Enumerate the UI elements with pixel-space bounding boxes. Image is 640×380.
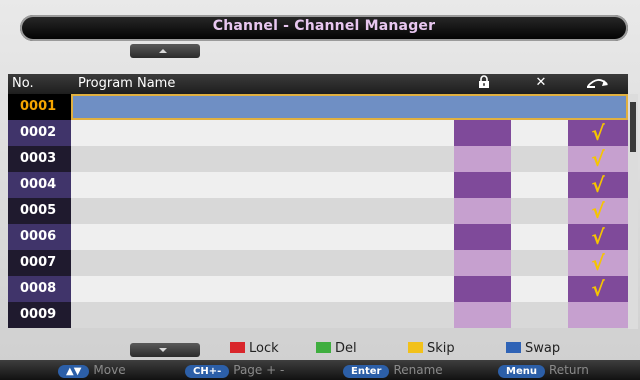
scrollbar-thumb[interactable] — [630, 102, 636, 152]
return-key-badge: Menu — [498, 365, 545, 378]
delete-cell[interactable] — [511, 120, 568, 146]
delete-cell[interactable] — [511, 172, 568, 198]
help-move: ▲▼ Move — [58, 363, 126, 378]
channel-number: 0007 — [8, 250, 71, 276]
channel-number: 0006 — [8, 224, 71, 250]
help-return-label: Return — [548, 363, 589, 377]
legend-swap: Swap — [506, 341, 560, 357]
green-swatch — [316, 342, 331, 353]
delete-cell[interactable] — [511, 224, 568, 250]
delete-cell[interactable] — [511, 198, 568, 224]
delete-cell[interactable] — [511, 146, 568, 172]
channel-row[interactable]: 0003 √ — [8, 146, 628, 172]
help-return: Menu Return — [498, 363, 589, 378]
lock-cell[interactable] — [454, 224, 511, 250]
swap-cell[interactable]: √ — [568, 172, 628, 198]
scroll-down-button[interactable] — [130, 343, 200, 357]
program-name-cell[interactable] — [71, 146, 454, 172]
lock-cell[interactable] — [454, 302, 511, 328]
window-title: Channel - Channel Manager — [212, 18, 436, 34]
program-name-cell[interactable] — [71, 120, 454, 146]
channel-row[interactable]: 0005 √ — [8, 198, 628, 224]
legend-del: Del — [316, 341, 357, 357]
scroll-up-button[interactable] — [130, 44, 200, 58]
help-rename: Enter Rename — [343, 363, 443, 378]
yellow-swatch — [408, 342, 423, 353]
swap-cell[interactable]: √ — [568, 198, 628, 224]
channel-manager-window: Channel - Channel Manager No. Program Na… — [0, 0, 640, 380]
program-name-cell[interactable] — [71, 172, 454, 198]
help-page: CH+- Page + - — [185, 363, 284, 378]
lock-cell[interactable] — [454, 146, 511, 172]
arrow-down-icon — [159, 348, 167, 352]
swap-cell[interactable]: √ — [568, 120, 628, 146]
swap-cell[interactable]: √ — [568, 146, 628, 172]
arrow-up-icon — [159, 49, 167, 53]
rename-key-badge: Enter — [343, 365, 390, 378]
swap-cell[interactable] — [568, 302, 628, 328]
legend-skip-label: Skip — [427, 341, 455, 356]
program-name-cell[interactable] — [71, 250, 454, 276]
channel-row[interactable]: 0007 √ — [8, 250, 628, 276]
legend-del-label: Del — [335, 341, 357, 356]
program-name-cell[interactable] — [71, 302, 454, 328]
channel-number: 0005 — [8, 198, 71, 224]
swap-cell[interactable]: √ — [568, 250, 628, 276]
channel-row[interactable]: 0009 — [8, 302, 628, 328]
channel-table: No. Program Name ✕ 0001 0002 √ 0003 √ 0004 √ 00… — [8, 74, 628, 339]
help-rename-label: Rename — [393, 363, 443, 377]
delete-cell[interactable] — [511, 250, 568, 276]
help-move-label: Move — [93, 363, 126, 377]
legend-lock: Lock — [230, 341, 279, 357]
channel-row[interactable]: 0006 √ — [8, 224, 628, 250]
page-key-badge: CH+- — [185, 365, 230, 378]
header-no: No. — [12, 76, 34, 91]
lock-cell[interactable] — [454, 276, 511, 302]
channel-row[interactable]: 0002 √ — [8, 120, 628, 146]
selection-highlight — [71, 94, 628, 120]
legend-swap-label: Swap — [525, 341, 561, 356]
move-key-badge: ▲▼ — [58, 365, 90, 378]
channel-number: 0004 — [8, 172, 71, 198]
channel-row[interactable]: 0008 √ — [8, 276, 628, 302]
swap-cell[interactable]: √ — [568, 224, 628, 250]
lock-cell[interactable] — [454, 198, 511, 224]
swap-icon — [568, 75, 628, 93]
help-bar: ▲▼ Move CH+- Page + - Enter Rename Menu Retu… — [0, 360, 640, 380]
swap-cell[interactable]: √ — [568, 276, 628, 302]
help-page-label: Page + - — [233, 363, 285, 377]
table-header: No. Program Name ✕ — [8, 74, 628, 94]
legend-lock-label: Lock — [249, 341, 279, 356]
delete-icon: ✕ — [535, 75, 547, 90]
red-swatch — [230, 342, 245, 353]
lock-icon — [454, 75, 514, 93]
program-name-cell[interactable] — [71, 276, 454, 302]
legend-skip: Skip — [408, 341, 455, 357]
channel-number: 0002 — [8, 120, 71, 146]
program-name-cell[interactable] — [71, 224, 454, 250]
title-bar: Channel - Channel Manager — [20, 15, 628, 41]
channel-row[interactable]: 0004 √ — [8, 172, 628, 198]
header-program-name: Program Name — [78, 76, 176, 91]
lock-cell[interactable] — [454, 120, 511, 146]
channel-number: 0003 — [8, 146, 71, 172]
delete-cell[interactable] — [511, 302, 568, 328]
channel-number: 0008 — [8, 276, 71, 302]
blue-swatch — [506, 342, 521, 353]
lock-cell[interactable] — [454, 172, 511, 198]
channel-number: 0009 — [8, 302, 71, 328]
vertical-scrollbar[interactable] — [628, 94, 638, 329]
channel-number: 0001 — [8, 94, 71, 120]
lock-cell[interactable] — [454, 250, 511, 276]
program-name-cell[interactable] — [71, 198, 454, 224]
channel-row[interactable]: 0001 — [8, 94, 628, 120]
delete-cell[interactable] — [511, 276, 568, 302]
